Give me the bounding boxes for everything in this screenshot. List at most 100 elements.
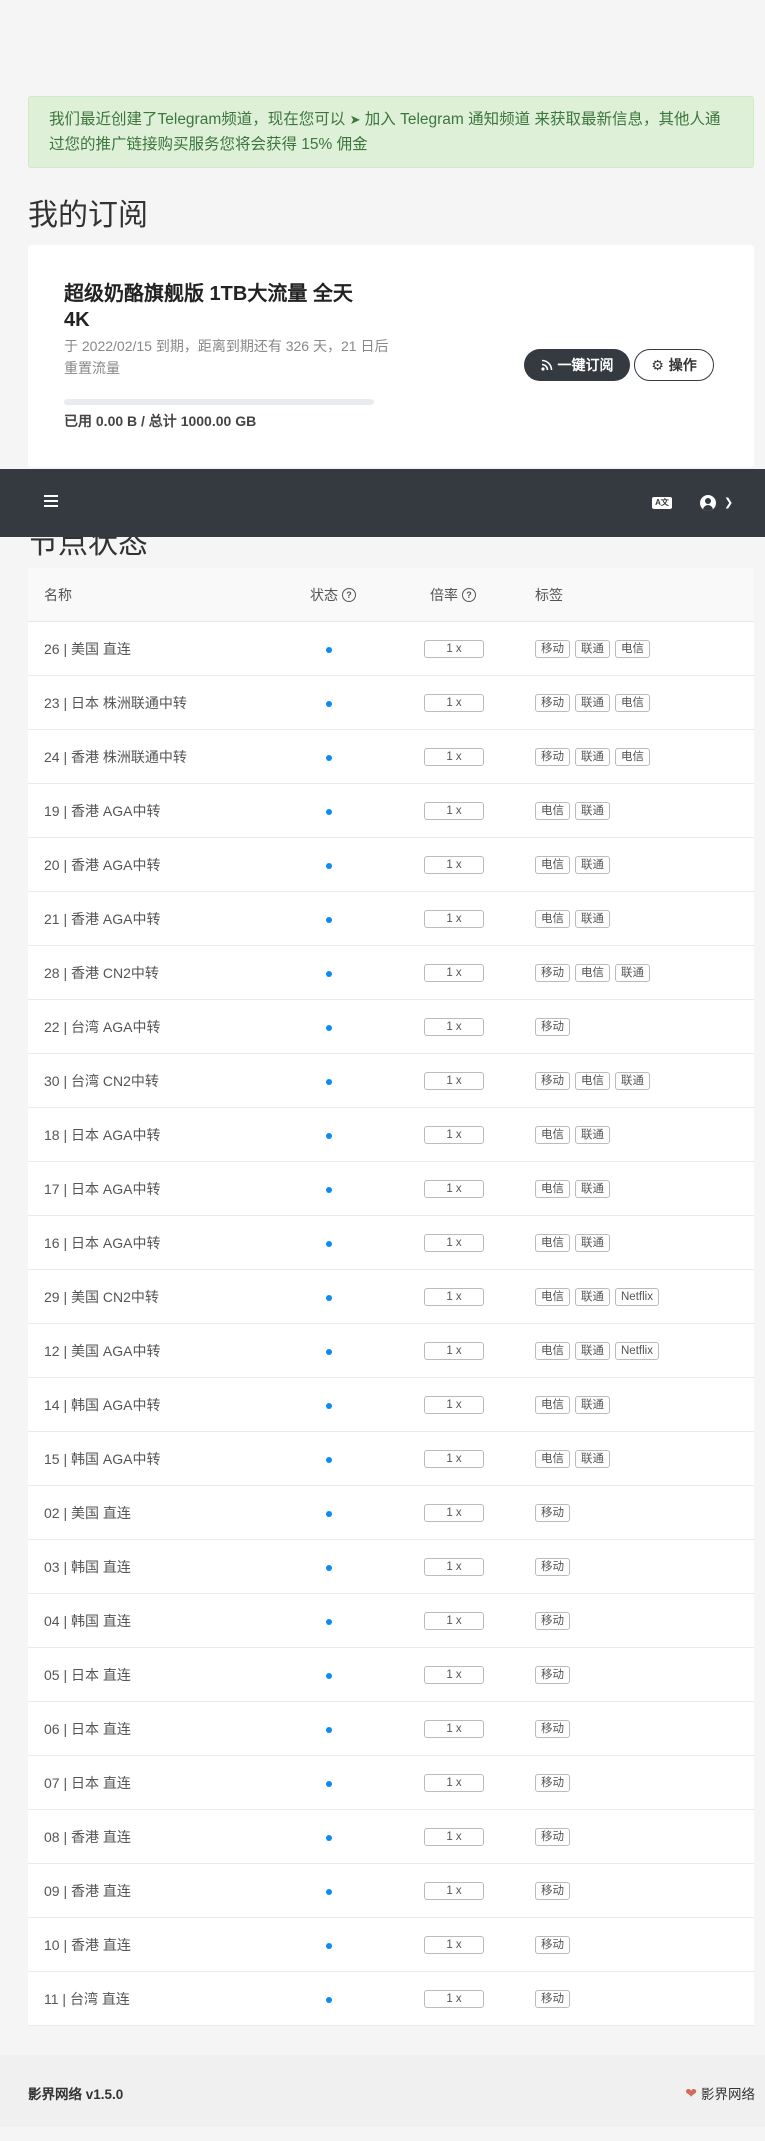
tag-badge: 电信 xyxy=(535,801,570,820)
header-rate: 倍率? xyxy=(430,568,476,621)
rate-badge: 1 x xyxy=(424,1396,484,1414)
table-row: 26 | 美国 直连 1 x 移动 联通 电信 xyxy=(28,622,754,676)
hamburger-menu-icon[interactable] xyxy=(44,495,58,509)
node-name: 21 | 香港 AGA中转 xyxy=(44,910,161,927)
translate-icon[interactable]: A文 xyxy=(652,497,672,509)
tag-list: 移动 xyxy=(535,1594,570,1647)
node-name: 02 | 美国 直连 xyxy=(44,1504,131,1521)
table-row: 21 | 香港 AGA中转 1 x 电信 联通 xyxy=(28,892,754,946)
subscription-section-title: 我的订阅 xyxy=(28,199,148,232)
node-name: 12 | 美国 AGA中转 xyxy=(44,1342,161,1359)
tag-badge: 移动 xyxy=(535,1557,570,1576)
tag-list: 电信 联通 xyxy=(535,892,610,945)
header-name: 名称 xyxy=(44,586,72,603)
one-click-subscribe-button[interactable]: 一键订阅 xyxy=(524,349,630,381)
tag-list: 电信 联通 xyxy=(535,1432,610,1485)
tag-badge: 电信 xyxy=(535,1233,570,1252)
status-dot-icon xyxy=(326,1457,332,1463)
rate-badge: 1 x xyxy=(424,964,484,982)
table-row: 04 | 韩国 直连 1 x 移动 xyxy=(28,1594,754,1648)
rate-badge: 1 x xyxy=(424,1990,484,2008)
table-row: 03 | 韩国 直连 1 x 移动 xyxy=(28,1540,754,1594)
rate-badge: 1 x xyxy=(424,748,484,766)
tag-badge: 移动 xyxy=(535,1071,570,1090)
status-dot-icon xyxy=(326,647,332,653)
telegram-join-link[interactable]: 加入 Telegram 通知频道 xyxy=(365,111,530,128)
tag-badge: 电信 xyxy=(615,693,650,712)
tag-badge: 电信 xyxy=(535,1125,570,1144)
tag-badge: 联通 xyxy=(575,855,610,874)
tag-badge: 联通 xyxy=(575,1233,610,1252)
status-dot-icon xyxy=(326,1889,332,1895)
footer: 影界网络 v1.5.0 ❤ 影界网络 xyxy=(0,2055,765,2127)
telegram-alert: 我们最近创建了Telegram频道，现在您可以 ➤ 加入 Telegram 通知… xyxy=(28,96,754,168)
tag-badge: 移动 xyxy=(535,1017,570,1036)
rate-badge: 1 x xyxy=(424,856,484,874)
tag-badge: 联通 xyxy=(575,1125,610,1144)
tag-badge: 联通 xyxy=(575,1287,610,1306)
tag-badge: 移动 xyxy=(535,747,570,766)
tag-list: 移动 联通 电信 xyxy=(535,622,650,675)
question-circle-icon[interactable]: ? xyxy=(462,587,476,602)
node-name: 30 | 台湾 CN2中转 xyxy=(44,1072,159,1089)
tag-badge: 移动 xyxy=(535,693,570,712)
rate-badge: 1 x xyxy=(424,910,484,928)
tag-badge: 电信 xyxy=(575,1071,610,1090)
tag-list: 移动 xyxy=(535,1756,570,1809)
rate-badge: 1 x xyxy=(424,694,484,712)
table-row: 11 | 台湾 直连 1 x 移动 xyxy=(28,1972,754,2026)
tag-list: 电信 联通 xyxy=(535,838,610,891)
node-name: 18 | 日本 AGA中转 xyxy=(44,1126,161,1143)
rate-badge: 1 x xyxy=(424,1936,484,1954)
status-dot-icon xyxy=(326,1403,332,1409)
table-row: 07 | 日本 直连 1 x 移动 xyxy=(28,1756,754,1810)
tag-list: 移动 xyxy=(535,1810,570,1863)
node-name: 09 | 香港 直连 xyxy=(44,1882,131,1899)
status-dot-icon xyxy=(326,701,332,707)
status-dot-icon xyxy=(326,1727,332,1733)
node-name: 20 | 香港 AGA中转 xyxy=(44,856,161,873)
table-header-row: 名称 状态? 倍率? 标签 xyxy=(28,568,754,622)
footer-version: 影界网络 v1.5.0 xyxy=(28,2087,124,2102)
tag-list: 移动 xyxy=(535,1864,570,1917)
node-name: 11 | 台湾 直连 xyxy=(44,1990,130,2007)
tag-badge: 移动 xyxy=(535,1773,570,1792)
node-name: 15 | 韩国 AGA中转 xyxy=(44,1450,161,1467)
tag-list: 电信 联通 xyxy=(535,784,610,837)
rss-icon xyxy=(540,359,552,371)
node-name: 26 | 美国 直连 xyxy=(44,640,131,657)
rate-badge: 1 x xyxy=(424,1450,484,1468)
usage-text: 已用 0.00 B / 总计 1000.00 GB xyxy=(64,413,257,429)
status-dot-icon xyxy=(326,1025,332,1031)
plan-name: 超级奶酪旗舰版 1TB大流量 全天4K xyxy=(64,283,353,331)
table-row: 29 | 美国 CN2中转 1 x 电信 联通 Netflix xyxy=(28,1270,754,1324)
tag-badge: 移动 xyxy=(535,1827,570,1846)
rate-badge: 1 x xyxy=(424,1018,484,1036)
node-name: 03 | 韩国 直连 xyxy=(44,1558,131,1575)
status-dot-icon xyxy=(326,1349,332,1355)
question-circle-icon[interactable]: ? xyxy=(342,587,356,602)
tag-list: 移动 xyxy=(535,1918,570,1971)
plan-expiry-desc: 于 2022/02/15 到期，距离到期还有 326 天，21 日后重置流量 xyxy=(64,338,389,376)
user-circle-icon[interactable] xyxy=(700,495,716,511)
chevron-down-icon[interactable]: ❯ xyxy=(724,496,733,509)
header-tags: 标签 xyxy=(535,586,563,603)
actions-button[interactable]: ⚙ 操作 xyxy=(634,349,714,381)
node-status-table: 名称 状态? 倍率? 标签 26 | 美国 直连 1 x 移动 联通 电信 23 | 日本… xyxy=(28,568,754,2026)
table-row: 14 | 韩国 AGA中转 1 x 电信 联通 xyxy=(28,1378,754,1432)
tag-list: 移动 xyxy=(535,1540,570,1593)
status-dot-icon xyxy=(326,1295,332,1301)
gear-icon: ⚙ xyxy=(651,356,664,373)
node-name: 05 | 日本 直连 xyxy=(44,1666,131,1683)
status-dot-icon xyxy=(326,809,332,815)
tag-badge: 联通 xyxy=(575,693,610,712)
table-row: 30 | 台湾 CN2中转 1 x 移动 电信 联通 xyxy=(28,1054,754,1108)
rate-badge: 1 x xyxy=(424,1234,484,1252)
footer-brand[interactable]: ❤ 影界网络 xyxy=(685,2083,755,2103)
rate-badge: 1 x xyxy=(424,1666,484,1684)
tag-list: 电信 联通 xyxy=(535,1216,610,1269)
status-dot-icon xyxy=(326,1673,332,1679)
node-name: 04 | 韩国 直连 xyxy=(44,1612,131,1629)
tag-list: 移动 联通 电信 xyxy=(535,730,650,783)
table-row: 09 | 香港 直连 1 x 移动 xyxy=(28,1864,754,1918)
